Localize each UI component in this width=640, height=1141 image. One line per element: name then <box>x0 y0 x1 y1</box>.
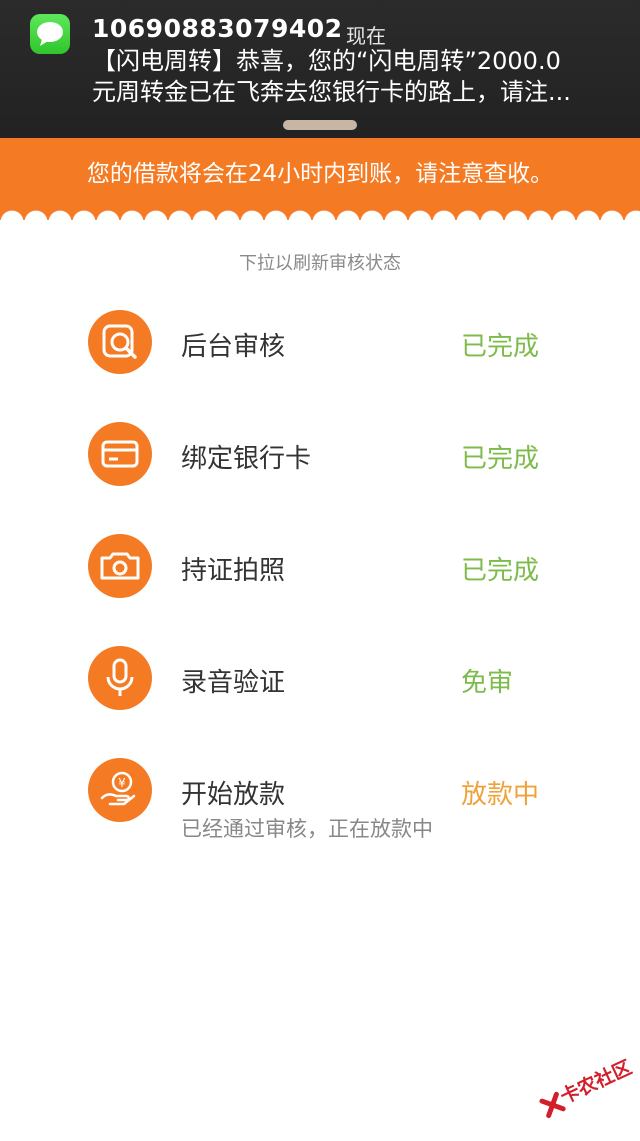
notification-time: 现在 <box>346 24 386 48</box>
step-label: 绑定银行卡 <box>181 444 312 474</box>
step-status: 已完成 <box>461 556 540 586</box>
scalloped-edge <box>0 200 640 220</box>
step-status: 已完成 <box>461 332 540 362</box>
step-label: 持证拍照 <box>181 556 286 586</box>
step-backend-review: 后台审核 已完成 <box>0 310 640 380</box>
notification-message-line1: 【闪电周转】恭喜，您的“闪电周转”2000.0 <box>92 47 561 75</box>
yen-hand-icon: ¥ <box>88 758 152 822</box>
step-status: 免审 <box>461 668 514 698</box>
step-bind-bank-card: 绑定银行卡 已完成 <box>0 422 640 492</box>
sms-notification[interactable]: 10690883079402 现在 【闪电周转】恭喜，您的“闪电周转”2000.… <box>0 0 640 138</box>
step-id-photo: 持证拍照 已完成 <box>0 534 640 604</box>
step-status: 已完成 <box>461 444 540 474</box>
step-status: 放款中 <box>461 780 540 810</box>
pull-to-refresh-hint: 下拉以刷新审核状态 <box>239 253 401 274</box>
camera-icon <box>88 534 152 598</box>
notification-message: 【闪电周转】恭喜，您的“闪电周转”2000.0 元周转金已在飞奔去您银行卡的路上… <box>92 46 620 108</box>
step-label: 后台审核 <box>181 332 286 362</box>
bank-card-icon <box>88 422 152 486</box>
step-start-disbursement: ¥ 开始放款 放款中 已经通过审核，正在放款中 <box>0 758 640 848</box>
microphone-icon <box>88 646 152 710</box>
step-label: 录音验证 <box>181 668 286 698</box>
messages-icon <box>30 14 70 54</box>
notification-message-line2: 元周转金已在飞奔去您银行卡的路上，请注... <box>92 78 571 106</box>
watermark-text: 卡农社区 <box>557 1056 636 1109</box>
step-subtitle: 已经通过审核，正在放款中 <box>181 817 433 841</box>
notification-sender: 10690883079402 <box>92 14 343 43</box>
magnifier-review-icon <box>88 310 152 374</box>
step-voice-verify: 录音验证 免审 <box>0 646 640 716</box>
step-label: 开始放款 <box>181 780 286 810</box>
svg-text:¥: ¥ <box>118 776 126 790</box>
arrival-notice-text: 您的借款将会在24小时内到账，请注意查收。 <box>86 161 554 187</box>
community-watermark: 卡农社区 <box>532 1045 640 1141</box>
notification-drag-handle[interactable] <box>283 120 357 130</box>
